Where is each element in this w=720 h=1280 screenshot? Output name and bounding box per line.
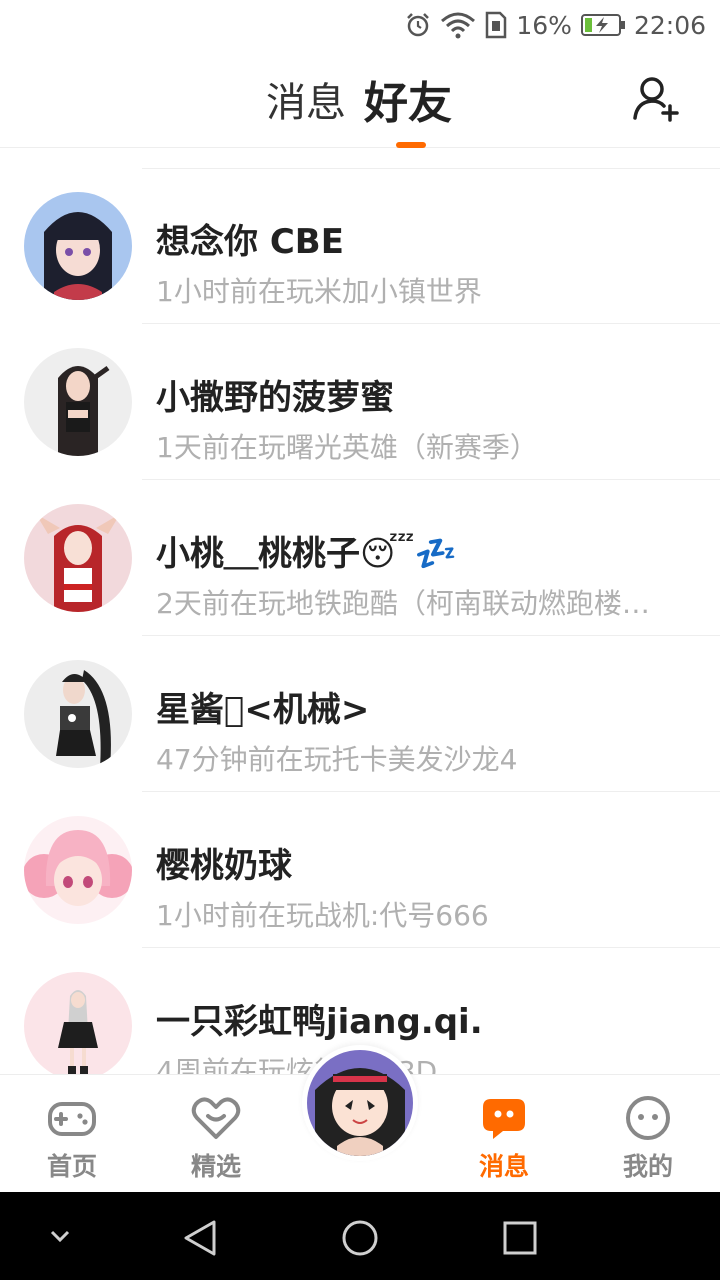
friend-list[interactable]: 想念你 CBE 1小时前在玩米加小镇世界 小撒野的菠萝蜜 1天前在玩曙光英雄（新… xyxy=(0,148,720,1074)
nav-home[interactable]: 首页 xyxy=(0,1075,144,1193)
friend-status: 1小时前在玩米加小镇世界 xyxy=(156,275,482,308)
avatar[interactable] xyxy=(24,816,132,924)
status-bar: 16% 22:06 xyxy=(0,0,720,50)
profile-avatar[interactable] xyxy=(302,1045,418,1161)
tab-messages[interactable]: 消息 xyxy=(266,70,346,128)
add-friend-icon[interactable] xyxy=(632,74,682,124)
avatar[interactable] xyxy=(24,504,132,612)
avatar[interactable] xyxy=(24,192,132,300)
wifi-icon xyxy=(440,11,476,39)
nav-label: 精选 xyxy=(190,1152,241,1181)
battery-charging-icon xyxy=(580,12,626,38)
bottom-nav: 首页 精选 消息 我的 xyxy=(0,1045,720,1193)
friend-name: 樱桃奶球 xyxy=(156,846,292,886)
avatar[interactable] xyxy=(24,348,132,456)
recents-icon[interactable] xyxy=(502,1220,538,1256)
friend-row[interactable]: 小桃＿桃桃子😴💤 2天前在玩地铁跑酷（柯南联动燃跑楼… xyxy=(0,480,720,636)
nav-featured[interactable]: 精选 xyxy=(144,1075,288,1193)
friend-row[interactable]: 樱桃奶球 1小时前在玩战机:代号666 xyxy=(0,792,720,948)
nav-label: 首页 xyxy=(46,1152,97,1181)
battery-percent: 16% xyxy=(516,10,572,40)
message-icon xyxy=(479,1093,529,1143)
friend-status: 1天前在玩曙光英雄（新赛季） xyxy=(156,431,538,464)
nav-mine[interactable]: 我的 xyxy=(576,1075,720,1193)
collapse-icon[interactable] xyxy=(48,1226,72,1246)
system-nav-bar xyxy=(0,1192,720,1280)
friend-status: 47分钟前在玩托卡美发沙龙4 xyxy=(156,743,518,776)
friend-name: 想念你 CBE xyxy=(156,222,344,262)
friend-status: 2天前在玩地铁跑酷（柯南联动燃跑楼… xyxy=(156,587,650,620)
tab-friends[interactable]: 好友 xyxy=(364,67,452,131)
gamepad-icon xyxy=(47,1093,97,1143)
face-icon xyxy=(623,1093,673,1143)
avatar[interactable] xyxy=(24,972,132,1074)
friend-name: 小撒野的菠萝蜜 xyxy=(156,378,394,418)
nav-label: 我的 xyxy=(622,1152,673,1181)
back-icon[interactable] xyxy=(180,1218,220,1258)
avatar[interactable] xyxy=(24,660,132,768)
friend-name: 一只彩虹鸭jiang.qi. xyxy=(156,1002,483,1042)
nav-label: 消息 xyxy=(478,1152,529,1181)
friend-name: 星酱 <机械> xyxy=(156,690,370,730)
header: 消息 好友 xyxy=(0,50,720,148)
nav-messages[interactable]: 消息 xyxy=(432,1075,576,1193)
friend-name: 小桃＿桃桃子😴💤 xyxy=(156,534,457,574)
friend-row[interactable]: 小撒野的菠萝蜜 1天前在玩曙光英雄（新赛季） xyxy=(0,324,720,480)
home-icon[interactable] xyxy=(340,1218,380,1258)
sim-icon xyxy=(484,11,508,39)
friend-row[interactable]: 想念你 CBE 1小时前在玩米加小镇世界 xyxy=(0,168,720,324)
heart-icon xyxy=(191,1093,241,1143)
clock: 22:06 xyxy=(633,10,706,40)
friend-row[interactable]: 星酱 <机械> 47分钟前在玩托卡美发沙龙4 xyxy=(0,636,720,792)
alarm-icon xyxy=(404,11,432,39)
friend-status: 1小时前在玩战机:代号666 xyxy=(156,899,489,932)
